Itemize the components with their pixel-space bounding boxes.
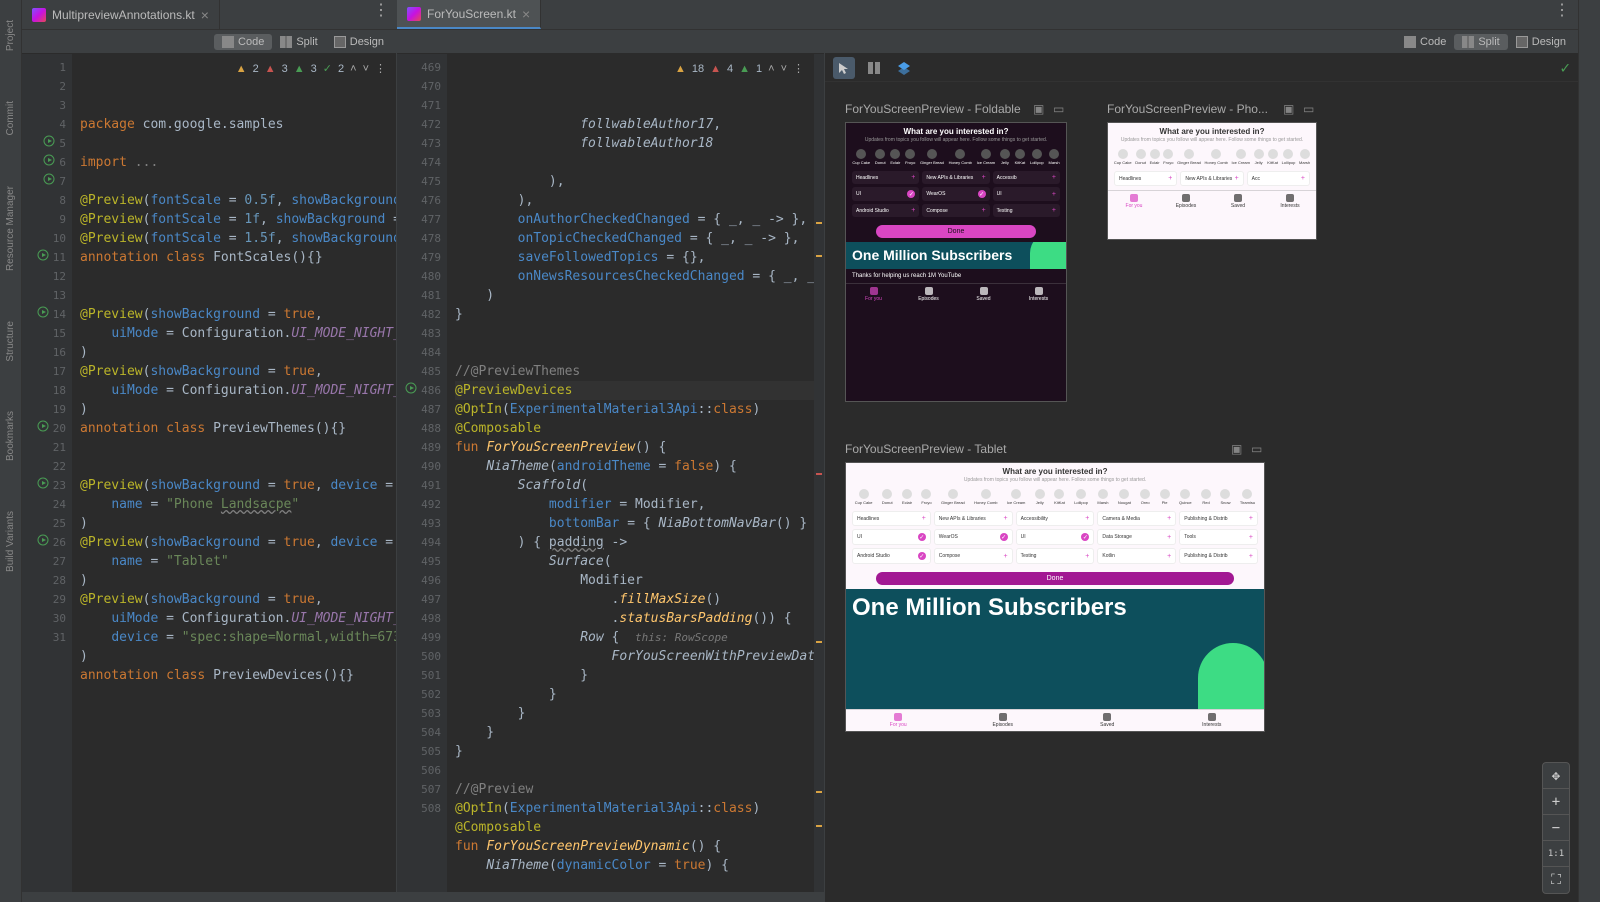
rail-bookmarks[interactable]: Bookmarks (5, 411, 16, 461)
kotlin-file-icon (407, 7, 421, 21)
tab-menu-icon[interactable]: ⋮ (1546, 0, 1578, 29)
gutter[interactable]: 4694704714724734744754764774784794804814… (397, 54, 447, 892)
interactive-icon[interactable]: ▭ (1251, 442, 1265, 456)
chevron-up-icon[interactable]: ˄ (768, 60, 774, 79)
view-design-button[interactable]: Design (326, 34, 392, 50)
preview-tablet[interactable]: ForYouScreenPreview - Tablet ▣ ▭ What ar… (845, 442, 1265, 732)
info-icon: ▲ (710, 60, 721, 79)
rail-structure[interactable]: Structure (5, 321, 16, 362)
warning-icon: ▲ (236, 60, 247, 79)
inspection-widget[interactable]: ▲18 ▲4 ▲1 ˄ ˅ ⋮ (671, 58, 808, 81)
chevron-down-icon[interactable]: ˅ (781, 60, 787, 79)
editor-tabs: MultipreviewAnnotations.kt × ⋮ ForYouScr… (22, 0, 1578, 30)
rail-build-variants[interactable]: Build Variants (5, 511, 16, 572)
horizontal-scrollbar[interactable] (397, 892, 824, 902)
preview-phone[interactable]: ForYouScreenPreview - Pho... ▣ ▭ What ar… (1107, 102, 1317, 402)
deploy-icon[interactable]: ▣ (1283, 102, 1297, 116)
info-icon: ▲ (265, 60, 276, 79)
view-code-button[interactable]: Code (1396, 34, 1454, 50)
error-stripe[interactable] (814, 54, 824, 892)
view-design-button[interactable]: Design (1508, 34, 1574, 50)
interactive-icon[interactable]: ▭ (1053, 102, 1067, 116)
compose-preview-panel: Code Split Design ✓ ForYouScreenPreview … (825, 30, 1578, 902)
rail-resource-manager[interactable]: Resource Manager (5, 186, 16, 271)
preview-toolbar: ✓ (825, 54, 1578, 82)
build-ok-icon[interactable]: ✓ (1560, 58, 1570, 77)
close-icon[interactable]: × (522, 6, 530, 22)
tab-menu-icon[interactable]: ⋮ (365, 0, 397, 29)
cursor-icon[interactable] (833, 57, 855, 79)
code-area[interactable]: ▲18 ▲4 ▲1 ˄ ˅ ⋮ follwableAuthor17, follw… (447, 54, 814, 892)
preview-title: ForYouScreenPreview - Pho... (1107, 102, 1268, 116)
tab-foryouscreen[interactable]: ForYouScreen.kt × (397, 0, 541, 29)
editor-left: Code Split Design 1234567891011121314151… (22, 30, 397, 902)
rail-commit[interactable]: Commit (5, 101, 16, 135)
preview-canvas[interactable]: ForYouScreenPreview - Foldable ▣ ▭ What … (825, 82, 1578, 902)
inspection-widget[interactable]: ▲2 ▲3 ▲3 ✓2 ˄ ˅ ⋮ (232, 58, 390, 81)
view-split-button[interactable]: Split (272, 34, 325, 50)
animation-preview-icon[interactable] (863, 57, 885, 79)
code-area[interactable]: ▲2 ▲3 ▲3 ✓2 ˄ ˅ ⋮ package com.google.sam… (72, 54, 396, 892)
zoom-fit-button[interactable]: ⛶ (1543, 867, 1569, 893)
typo-icon: ✓ (323, 60, 332, 79)
interactive-icon[interactable]: ▭ (1303, 102, 1317, 116)
view-mode-bar: Code Split Design (22, 30, 396, 54)
view-split-button[interactable]: Split (1454, 34, 1507, 50)
horizontal-scrollbar[interactable] (22, 892, 396, 902)
tab-label: ForYouScreen.kt (427, 7, 516, 21)
menu-icon[interactable]: ⋮ (375, 60, 386, 79)
deploy-icon[interactable]: ▣ (1231, 442, 1245, 456)
ok-icon: ▲ (739, 60, 750, 79)
view-code-button[interactable]: Code (214, 34, 272, 50)
tab-label: MultipreviewAnnotations.kt (52, 8, 195, 22)
warning-icon: ▲ (675, 60, 686, 79)
right-tool-rail (1578, 0, 1600, 902)
kotlin-file-icon (32, 8, 46, 22)
left-tool-rail: Project Commit Resource Manager Structur… (0, 0, 22, 902)
close-icon[interactable]: × (201, 7, 209, 23)
preview-foldable[interactable]: ForYouScreenPreview - Foldable ▣ ▭ What … (845, 102, 1067, 402)
pan-icon[interactable]: ✥ (1543, 763, 1569, 789)
view-mode-bar: Code Split Design (825, 30, 1578, 54)
chevron-up-icon[interactable]: ˄ (350, 60, 356, 79)
zoom-controls: ✥ + − 1:1 ⛶ (1542, 762, 1570, 894)
layers-icon[interactable] (893, 57, 915, 79)
preview-title: ForYouScreenPreview - Foldable (845, 102, 1021, 116)
menu-icon[interactable]: ⋮ (793, 60, 804, 79)
rail-project[interactable]: Project (5, 20, 16, 51)
gutter[interactable]: 1234567891011121314151617181920212223242… (22, 54, 72, 892)
zoom-out-button[interactable]: − (1543, 815, 1569, 841)
deploy-icon[interactable]: ▣ (1033, 102, 1047, 116)
tab-multipreview-annotations[interactable]: MultipreviewAnnotations.kt × (22, 0, 220, 29)
zoom-in-button[interactable]: + (1543, 789, 1569, 815)
main-area: MultipreviewAnnotations.kt × ⋮ ForYouScr… (22, 0, 1578, 902)
ok-icon: ▲ (294, 60, 305, 79)
preview-title: ForYouScreenPreview - Tablet (845, 442, 1006, 456)
chevron-down-icon[interactable]: ˅ (363, 60, 369, 79)
zoom-ratio-button[interactable]: 1:1 (1543, 841, 1569, 867)
editor-mid: 4694704714724734744754764774784794804814… (397, 30, 825, 902)
